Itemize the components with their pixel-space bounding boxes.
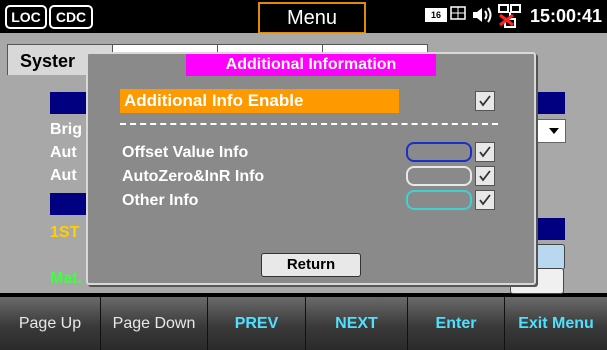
autozero-info-label: AutoZero&InR Info (122, 168, 265, 185)
offset-value-info-checkbox[interactable] (475, 142, 495, 162)
page-down-button[interactable]: Page Down (101, 297, 208, 350)
grid-icon (450, 6, 466, 23)
page-up-button[interactable]: Page Up (0, 297, 101, 350)
cdc-badge: CDC (49, 5, 93, 29)
next-button[interactable]: NEXT (306, 297, 408, 350)
clock: 15:00:41 (530, 6, 603, 26)
status-bar: LOC CDC Menu 16 15:00:41 (0, 0, 607, 34)
memory-icon: 16 (425, 8, 447, 22)
auto-label-2: Aut (50, 167, 77, 184)
loc-badge: LOC (5, 5, 47, 29)
section-header-2 (50, 193, 90, 215)
exit-menu-button[interactable]: Exit Menu (505, 297, 607, 350)
additional-info-enable-checkbox[interactable] (475, 91, 495, 111)
section-header (50, 92, 90, 114)
check-icon (479, 146, 491, 158)
auto-label-1: Aut (50, 144, 77, 161)
chevron-down-icon (549, 128, 559, 134)
instrument-screen: LOC CDC Menu 16 15:00:41 Syster Brig Aut… (0, 0, 607, 350)
page-title: Menu (258, 2, 366, 34)
other-info-label: Other Info (122, 192, 199, 209)
additional-info-enable-row[interactable]: Additional Info Enable (120, 89, 399, 113)
network-error-icon (497, 3, 523, 29)
dialog-title: Additional Information (186, 54, 436, 76)
softkey-bar: Page Up Page Down PREV NEXT Enter Exit M… (0, 297, 607, 350)
check-icon (479, 170, 491, 182)
autozero-info-checkbox[interactable] (475, 166, 495, 186)
other-info-checkbox[interactable] (475, 190, 495, 210)
return-button[interactable]: Return (261, 253, 361, 277)
autozero-color-swatch[interactable] (406, 166, 472, 186)
other-info-color-swatch[interactable] (406, 190, 472, 210)
offset-value-info-label: Offset Value Info (122, 144, 249, 161)
brightness-label: Brig (50, 121, 82, 138)
offset-value-color-swatch[interactable] (406, 142, 472, 162)
check-icon (479, 194, 491, 206)
prev-button[interactable]: PREV (208, 297, 306, 350)
additional-info-dialog: Additional Information Additional Info E… (86, 52, 536, 285)
first-label: 1ST (50, 224, 80, 241)
enter-button[interactable]: Enter (408, 297, 505, 350)
divider (120, 123, 498, 125)
tab-system-label: Syster (20, 51, 76, 71)
check-icon (479, 95, 491, 107)
math-label: Mat. (50, 270, 82, 287)
speaker-icon (471, 5, 493, 28)
additional-info-enable-label: Additional Info Enable (124, 91, 304, 110)
